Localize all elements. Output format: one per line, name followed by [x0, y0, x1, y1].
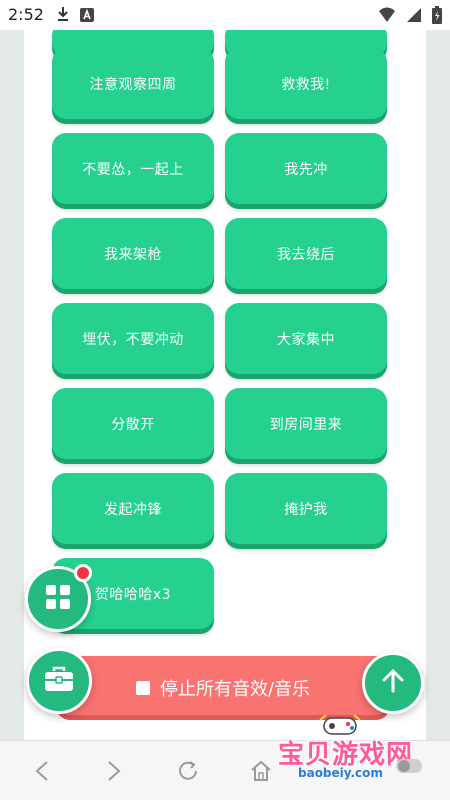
sound-button-label: 大家集中 [277, 332, 335, 348]
forward-icon[interactable] [100, 757, 128, 785]
a-letter-icon [80, 7, 94, 26]
sound-button-room[interactable]: 到房间里来 [225, 388, 387, 464]
sound-button-cover-me[interactable]: 掩护我 [225, 473, 387, 549]
right-margin [426, 30, 450, 740]
sound-button-label: 埋伏，不要冲动 [82, 332, 184, 348]
sound-button-label: 贺哈哈哈x3 [94, 587, 172, 603]
sound-button-together[interactable]: 不要怂，一起上 [52, 133, 214, 209]
sound-button-label: 我来架枪 [104, 247, 162, 263]
toggle-icon [396, 759, 422, 773]
refresh-icon[interactable] [174, 757, 202, 785]
stop-icon [135, 681, 150, 695]
scroll-top-button[interactable] [362, 652, 424, 714]
status-bar: 2:52 [0, 0, 450, 30]
sound-button-i-charge[interactable]: 我先冲 [225, 133, 387, 209]
sound-button-label: 救救我! [281, 77, 331, 93]
arrow-up-icon [382, 669, 404, 697]
sound-button-label: 掩护我 [284, 502, 328, 518]
sound-button-flank[interactable]: 我去绕后 [225, 218, 387, 294]
left-margin [0, 30, 24, 740]
home-icon[interactable] [247, 757, 275, 785]
back-icon[interactable] [28, 757, 56, 785]
site-watermark: 宝贝游戏网 baobeiy.com [272, 712, 450, 784]
download-icon [56, 6, 70, 26]
sound-button-spread[interactable]: 分散开 [52, 388, 214, 464]
sound-board-panel[interactable]: 注意观察四周 救救我! 不要怂，一起上 我先冲 我来架枪 我去绕后 埋伏，不要冲… [24, 30, 426, 740]
status-time: 2:52 [8, 5, 44, 24]
stop-all-sounds-button[interactable]: 停止所有音效/音乐 [56, 656, 390, 720]
sound-button-label: 发起冲锋 [104, 502, 162, 518]
toolbox-button[interactable] [26, 648, 92, 714]
battery-icon [432, 6, 442, 28]
sound-button-ambush[interactable]: 埋伏，不要冲动 [52, 303, 214, 379]
sound-button-label: 我先冲 [284, 162, 328, 178]
grid-icon [45, 584, 71, 614]
sound-button-label: 分散开 [111, 417, 155, 433]
sound-button-label: 注意观察四周 [89, 77, 177, 93]
notification-badge [74, 564, 92, 582]
sound-button-label: 到房间里来 [269, 417, 343, 433]
wifi-icon [378, 7, 396, 27]
stop-all-label: 停止所有音效/音乐 [159, 679, 311, 700]
sound-button-save-me[interactable]: 救救我! [225, 48, 387, 124]
watermark-url: baobeiy.com [298, 766, 383, 780]
sound-button-gather[interactable]: 大家集中 [225, 303, 387, 379]
sound-button-cover-gun[interactable]: 我来架枪 [52, 218, 214, 294]
signal-icon [406, 7, 422, 27]
toolbox-icon [44, 666, 74, 696]
sound-button-charge[interactable]: 发起冲锋 [52, 473, 214, 549]
sound-button-label: 不要怂，一起上 [82, 162, 184, 178]
sound-button-label: 我去绕后 [277, 247, 335, 263]
sound-button-look-around[interactable]: 注意观察四周 [52, 48, 214, 124]
